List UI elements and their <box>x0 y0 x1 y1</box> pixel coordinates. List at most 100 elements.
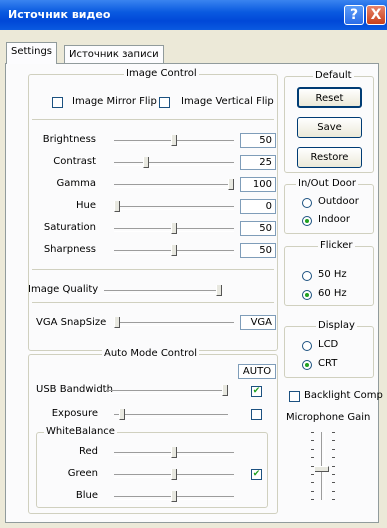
slider-tick <box>311 474 314 475</box>
slider-tick <box>332 457 335 458</box>
slider-tick <box>311 440 314 441</box>
wb-green-label: Green <box>67 468 98 479</box>
contrast-slider[interactable] <box>114 157 234 169</box>
settings-panel: Image Control Image Mirror Flip Image Ve… <box>5 63 383 523</box>
slider-thumb[interactable] <box>216 285 222 296</box>
wb-red-slider[interactable] <box>114 447 234 459</box>
slider-thumb[interactable] <box>143 157 149 168</box>
sharpness-slider[interactable] <box>114 245 234 257</box>
backlight-comp-checkbox[interactable] <box>289 391 300 402</box>
microphone-gain-slider[interactable] <box>311 432 335 500</box>
exposure-slider[interactable] <box>114 409 228 421</box>
slider-thumb[interactable] <box>171 245 177 256</box>
slider-thumb[interactable] <box>171 135 177 146</box>
slider-thumb[interactable] <box>114 317 120 328</box>
vertical-flip-label: Image Vertical Flip <box>181 96 274 107</box>
slider-thumb[interactable] <box>171 223 177 234</box>
slider-track <box>114 184 234 188</box>
display-group <box>284 326 374 378</box>
close-button[interactable]: X <box>366 5 386 25</box>
mirror-flip-label: Image Mirror Flip <box>72 96 157 107</box>
help-button[interactable]: ? <box>344 5 364 25</box>
slider-tick <box>311 457 314 458</box>
slider-tick <box>332 491 335 492</box>
slider-thumb[interactable] <box>114 201 120 212</box>
vertical-flip-checkbox[interactable] <box>159 97 170 108</box>
reset-button[interactable]: Reset <box>297 87 362 108</box>
60hz-radio[interactable] <box>302 290 312 300</box>
title-bar[interactable]: Источник видео ? X <box>0 0 387 30</box>
slider-thumb[interactable] <box>171 491 177 502</box>
slider-tick <box>311 449 314 450</box>
image-quality-label: Image Quality <box>28 284 99 295</box>
slider-track <box>114 322 234 326</box>
exposure-label: Exposure <box>51 408 98 419</box>
slider-tick <box>311 466 314 467</box>
contrast-value: 25 <box>240 155 276 170</box>
exposure-auto-checkbox[interactable] <box>251 409 262 420</box>
brightness-label: Brightness <box>42 134 96 145</box>
white-balance-auto-checkbox[interactable]: ✔ <box>251 469 262 480</box>
slider-thumb[interactable] <box>228 179 234 190</box>
tab-settings[interactable]: Settings <box>6 42 58 64</box>
brightness-slider[interactable] <box>114 135 234 147</box>
slider-track <box>104 290 222 294</box>
slider-tick <box>332 499 335 500</box>
outdoor-label: Outdoor <box>318 196 359 207</box>
vga-snapsize-slider[interactable] <box>114 317 234 329</box>
wb-blue-slider[interactable] <box>114 491 234 503</box>
default-title: Default <box>313 70 354 81</box>
60hz-label: 60 Hz <box>318 288 347 299</box>
separator <box>32 119 274 120</box>
slider-tick <box>332 432 335 433</box>
auto-mode-title: Auto Mode Control <box>102 348 199 359</box>
hue-slider[interactable] <box>114 201 234 213</box>
indoor-radio[interactable] <box>302 216 312 226</box>
hue-value: 0 <box>240 199 276 214</box>
image-control-title: Image Control <box>124 68 199 79</box>
slider-tick <box>311 432 314 433</box>
50hz-label: 50 Hz <box>318 269 347 280</box>
inout-door-group <box>284 184 374 234</box>
outdoor-radio[interactable] <box>302 198 312 208</box>
crt-radio[interactable] <box>302 360 312 370</box>
slider-tick <box>311 491 314 492</box>
gamma-value: 100 <box>240 177 276 192</box>
slider-track <box>106 390 228 394</box>
saturation-label: Saturation <box>43 222 96 233</box>
gamma-slider[interactable] <box>114 179 234 191</box>
slider-tick <box>332 466 335 467</box>
separator <box>32 269 274 270</box>
sharpness-value: 50 <box>240 243 276 258</box>
slider-tick <box>311 482 314 483</box>
slider-tick <box>332 440 335 441</box>
inout-door-title: In/Out Door <box>296 178 359 189</box>
slider-thumb[interactable] <box>222 385 228 396</box>
usb-auto-checkbox[interactable]: ✔ <box>251 386 262 397</box>
backlight-comp-label: Backlight Comp <box>304 390 383 401</box>
usb-bandwidth-label: USB Bandwidth <box>36 384 113 395</box>
usb-bandwidth-slider[interactable] <box>106 385 228 397</box>
slider-tick <box>311 499 314 500</box>
restore-button[interactable]: Restore <box>297 147 362 168</box>
microphone-gain-label: Microphone Gain <box>286 412 371 423</box>
slider-thumb[interactable] <box>119 409 125 420</box>
image-quality-slider[interactable] <box>104 285 222 297</box>
slider-thumb[interactable] <box>171 469 177 480</box>
saturation-slider[interactable] <box>114 223 234 235</box>
50hz-radio[interactable] <box>302 271 312 281</box>
brightness-value: 50 <box>240 133 276 148</box>
vga-snapsize-value: VGA <box>240 315 276 330</box>
lcd-label: LCD <box>318 339 339 350</box>
slider-thumb[interactable] <box>171 447 177 458</box>
lcd-radio[interactable] <box>302 341 312 351</box>
slider-thumb[interactable] <box>315 466 329 472</box>
mirror-flip-checkbox[interactable] <box>52 97 63 108</box>
wb-green-slider[interactable] <box>114 469 234 481</box>
tab-recording-source[interactable]: Источник записи <box>64 45 164 63</box>
contrast-label: Contrast <box>53 156 96 167</box>
save-button[interactable]: Save <box>297 117 362 138</box>
indoor-label: Indoor <box>318 214 350 225</box>
video-source-dialog: Источник видео ? X Settings Источник зап… <box>0 0 387 528</box>
saturation-value: 50 <box>240 221 276 236</box>
